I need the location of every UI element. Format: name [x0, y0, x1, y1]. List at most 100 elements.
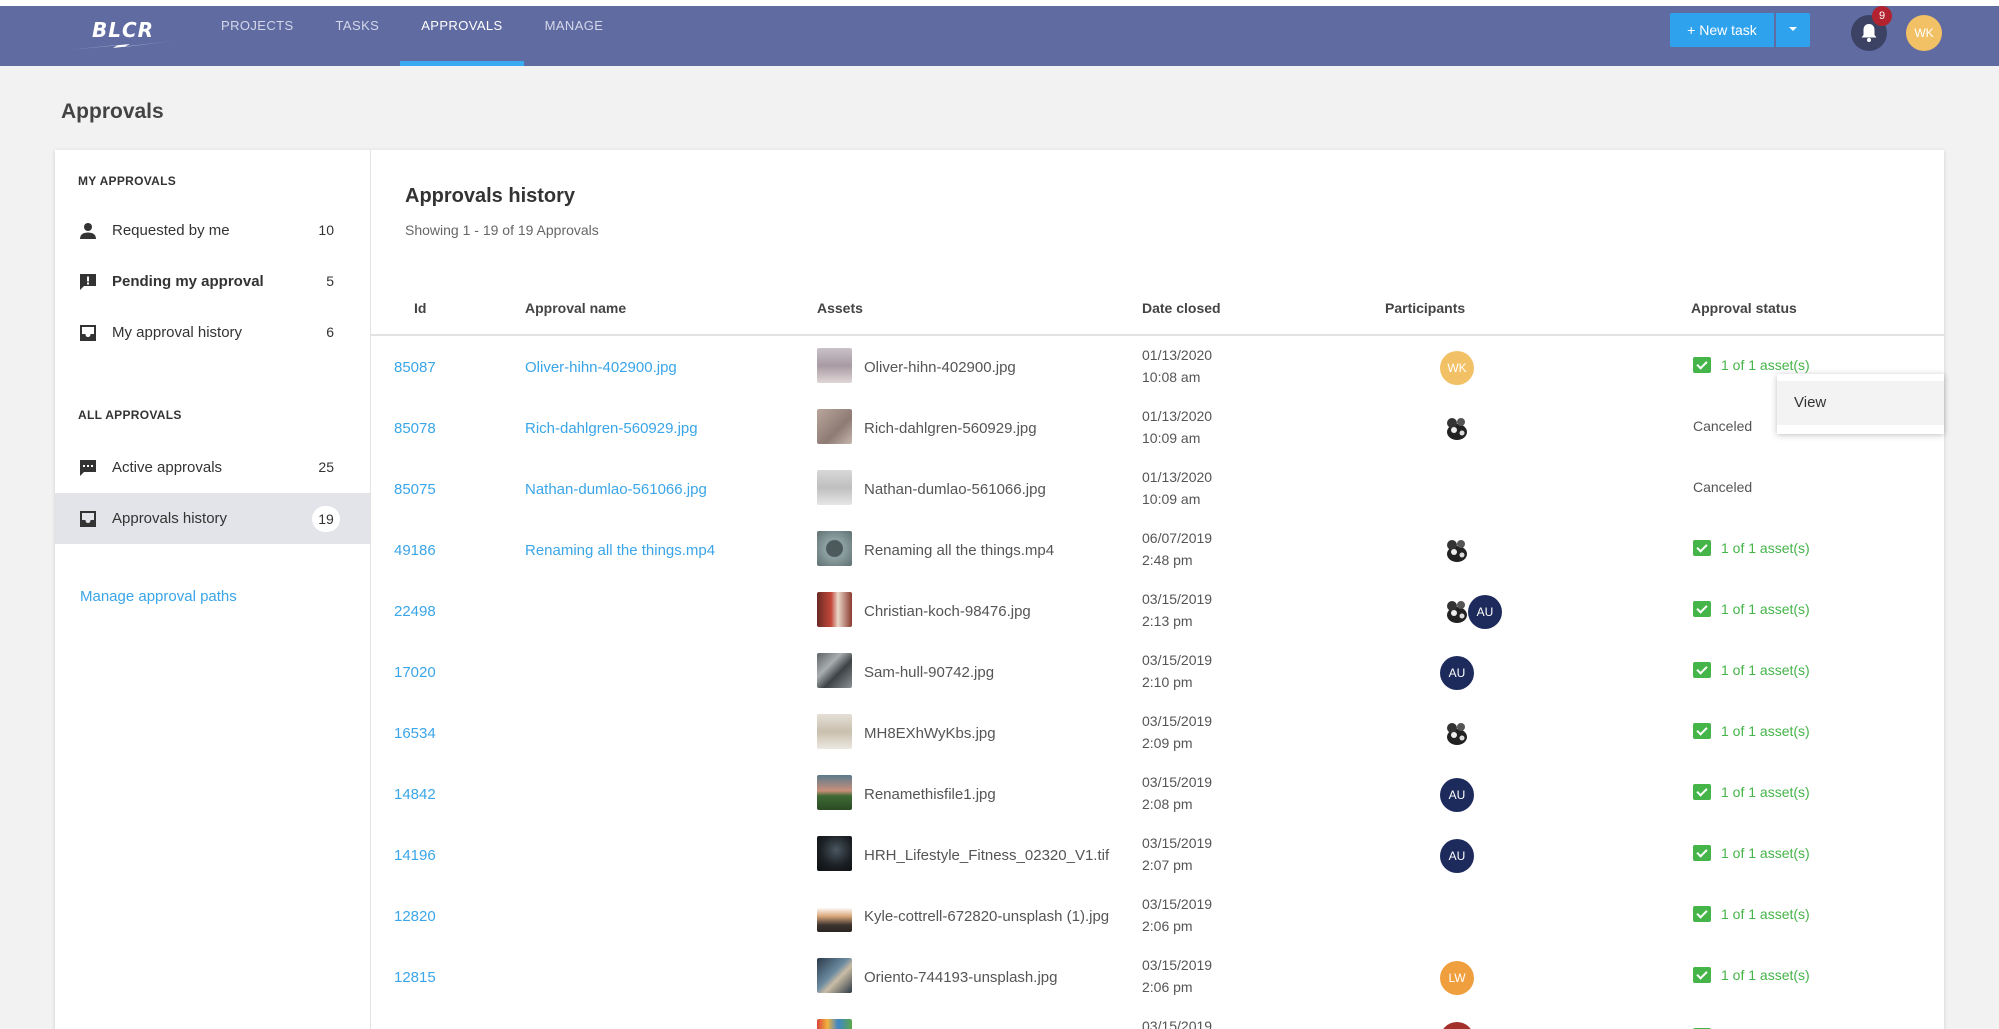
participant-avatar[interactable] — [1440, 534, 1474, 568]
asset-thumbnail[interactable] — [817, 592, 852, 627]
asset-thumbnail[interactable] — [817, 653, 852, 688]
approval-status: Canceled — [1693, 479, 1753, 495]
approval-id-link[interactable]: 16534 — [394, 725, 436, 742]
cat-avatar-icon — [1447, 418, 1467, 440]
table-row[interactable]: 85078 Rich-dahlgren-560929.jpg Rich-dahl… — [371, 399, 1944, 460]
approval-id-link[interactable]: 17020 — [394, 664, 436, 681]
sidebar-item-label: My approval history — [112, 324, 243, 341]
approval-name-link[interactable]: Nathan-dumlao-561066.jpg — [525, 481, 707, 498]
table-row[interactable]: 03/15/2019 — [371, 1009, 1944, 1029]
sidebar-item-requested-by-me[interactable]: Requested by me 10 — [55, 205, 370, 256]
asset-name: HRH_Lifestyle_Fitness_02320_V1.tif — [864, 847, 1110, 864]
date-value: 03/15/2019 — [1142, 1018, 1213, 1029]
nav-projects[interactable]: PROJECTS — [200, 6, 315, 66]
column-header-approval-name[interactable]: Approval name — [525, 300, 626, 316]
asset-thumbnail[interactable] — [817, 470, 852, 505]
date-closed: 03/15/2019 2:06 pm — [1142, 893, 1212, 937]
approval-name-link[interactable]: Oliver-hihn-402900.jpg — [525, 359, 677, 376]
column-header-approval-status[interactable]: Approval status — [1691, 300, 1797, 316]
date-closed: 03/15/2019 2:07 pm — [1142, 832, 1212, 876]
notification-count-badge: 9 — [1872, 6, 1892, 26]
my-approvals-heading: MY APPROVALS — [78, 174, 177, 188]
participant-avatar[interactable]: AU — [1440, 778, 1474, 812]
brand-logo[interactable]: BLCR — [66, 12, 176, 56]
sidebar-item-label: Active approvals — [112, 459, 223, 476]
participant-avatar[interactable]: LW — [1440, 961, 1474, 995]
approval-name-link[interactable]: Renaming all the things.mp4 — [525, 542, 715, 559]
status-text: 1 of 1 asset(s) — [1721, 601, 1810, 617]
asset-thumbnail[interactable] — [817, 348, 852, 383]
new-task-button[interactable]: + New task — [1670, 13, 1774, 47]
nav-tasks[interactable]: TASKS — [315, 6, 401, 66]
asset-name: Oliver-hihn-402900.jpg — [864, 359, 1016, 376]
participant-avatar[interactable] — [1440, 717, 1474, 751]
approval-name-link[interactable]: Rich-dahlgren-560929.jpg — [525, 420, 698, 437]
sidebar-item-active-approvals[interactable]: Active approvals 25 — [55, 442, 370, 493]
nav-manage[interactable]: MANAGE — [524, 6, 625, 66]
approval-id-link[interactable]: 85087 — [394, 359, 436, 376]
approval-id-link[interactable]: 14196 — [394, 847, 436, 864]
sidebar-item-count: 5 — [326, 273, 334, 289]
status-text: 1 of 1 asset(s) — [1721, 967, 1810, 983]
participant-avatar[interactable]: AU — [1440, 656, 1474, 690]
approved-check-icon — [1693, 723, 1711, 739]
table-row[interactable]: 14842 Renamethisfile1.jpg 03/15/2019 2:08… — [371, 765, 1944, 826]
column-header-date-closed[interactable]: Date closed — [1142, 300, 1221, 316]
asset-thumbnail[interactable] — [817, 958, 852, 993]
participant-avatar[interactable]: AU — [1468, 595, 1502, 629]
user-avatar[interactable]: WK — [1906, 15, 1942, 51]
approved-check-icon — [1693, 845, 1711, 861]
asset-thumbnail[interactable] — [817, 1019, 852, 1029]
column-header-assets[interactable]: Assets — [817, 300, 863, 316]
new-task-dropdown-button[interactable] — [1776, 13, 1810, 47]
table-row[interactable]: 49186 Renaming all the things.mp4 Renami… — [371, 521, 1944, 582]
approval-id-link[interactable]: 12815 — [394, 969, 436, 986]
table-row[interactable]: 14196 HRH_Lifestyle_Fitness_02320_V1.tif… — [371, 826, 1944, 887]
nav-approvals[interactable]: APPROVALS — [400, 6, 525, 66]
asset-thumbnail[interactable] — [817, 897, 852, 932]
asset-thumbnail[interactable] — [817, 775, 852, 810]
asset-name: Sam-hull-90742.jpg — [864, 664, 995, 681]
approved-check-icon — [1693, 906, 1711, 922]
date-value: 03/15/2019 — [1142, 774, 1213, 790]
approved-check-icon — [1693, 967, 1711, 983]
date-closed: 03/15/2019 2:10 pm — [1142, 649, 1212, 693]
approval-status: 1 of 1 asset(s) — [1693, 601, 1810, 617]
table-row[interactable]: 12820 Kyle-cottrell-672820-unsplash (1).… — [371, 887, 1944, 948]
top-navigation-bar: BLCR PROJECTS TASKS APPROVALS MANAGE + N… — [0, 0, 1999, 66]
asset-name: Kyle-cottrell-672820-unsplash (1).jpg — [864, 908, 1110, 925]
table-row[interactable]: 22498 Christian-koch-98476.jpg 03/15/201… — [371, 582, 1944, 643]
participant-avatar[interactable] — [1440, 1022, 1474, 1029]
asset-thumbnail[interactable] — [817, 531, 852, 566]
column-header-id[interactable]: Id — [414, 300, 426, 316]
approval-id-link[interactable]: 22498 — [394, 603, 436, 620]
asset-thumbnail[interactable] — [817, 714, 852, 749]
sidebar-item-pending-my-approval[interactable]: Pending my approval 5 — [55, 256, 370, 307]
table-row[interactable]: 16534 MH8EXhWyKbs.jpg 03/15/2019 2:09 pm … — [371, 704, 1944, 765]
participant-avatar[interactable]: AU — [1440, 839, 1474, 873]
bell-icon — [1861, 24, 1877, 42]
participant-avatar[interactable] — [1440, 412, 1474, 446]
approval-id-link[interactable]: 14842 — [394, 786, 436, 803]
approval-id-link[interactable]: 49186 — [394, 542, 436, 559]
time-value: 10:09 am — [1142, 491, 1201, 507]
manage-approval-paths-link[interactable]: Manage approval paths — [80, 588, 237, 605]
main-nav: PROJECTS TASKS APPROVALS MANAGE — [200, 6, 624, 66]
asset-thumbnail[interactable] — [817, 409, 852, 444]
asset-name: Nathan-dumlao-561066.jpg — [864, 481, 1046, 498]
participant-avatar[interactable]: WK — [1440, 351, 1474, 385]
sidebar-item-my-approval-history[interactable]: My approval history 6 — [55, 307, 370, 358]
table-row[interactable]: 17020 Sam-hull-90742.jpg 03/15/2019 2:10 … — [371, 643, 1944, 704]
table-row[interactable]: 85087 Oliver-hihn-402900.jpg Oliver-hihn… — [371, 338, 1944, 399]
table-row[interactable]: 85075 Nathan-dumlao-561066.jpg Nathan-du… — [371, 460, 1944, 521]
approval-id-link[interactable]: 85078 — [394, 420, 436, 437]
approval-id-link[interactable]: 85075 — [394, 481, 436, 498]
table-row[interactable]: 12815 Oriento-744193-unsplash.jpg 03/15/… — [371, 948, 1944, 1009]
view-menu-item[interactable]: View — [1777, 381, 1944, 425]
sidebar-item-approvals-history[interactable]: Approvals history 19 — [55, 493, 370, 544]
approval-id-link[interactable]: 12820 — [394, 908, 436, 925]
asset-name: Renamethisfile1.jpg — [864, 786, 996, 803]
date-value: 06/07/2019 — [1142, 530, 1213, 546]
asset-thumbnail[interactable] — [817, 836, 852, 871]
time-value: 2:08 pm — [1142, 796, 1193, 812]
